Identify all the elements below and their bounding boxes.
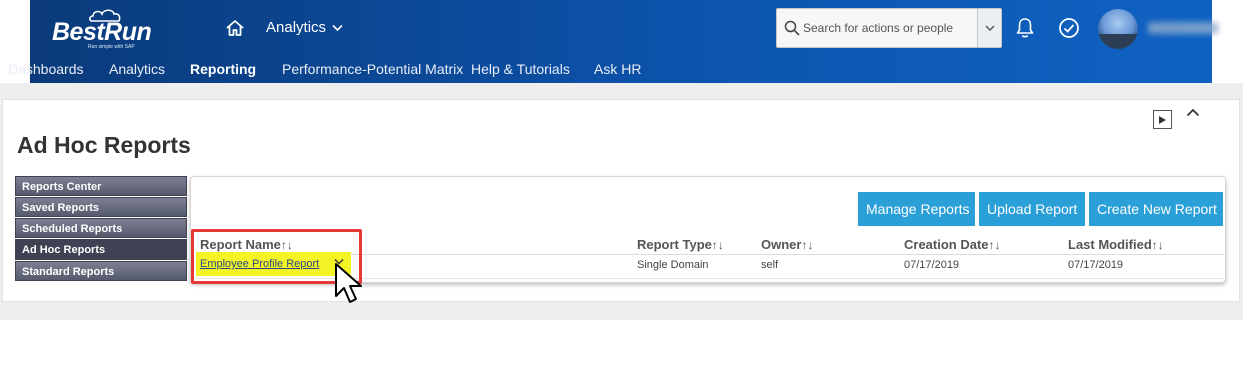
sidebar-item-ad-hoc-reports[interactable]: Ad Hoc Reports	[15, 239, 187, 260]
bell-icon[interactable]	[1015, 17, 1035, 39]
nav-item-analytics[interactable]: Analytics	[109, 61, 165, 77]
search-scope-dropdown[interactable]	[977, 9, 1001, 47]
column-label: Last Modified	[1068, 237, 1152, 252]
owner-cell: self	[761, 259, 779, 271]
avatar[interactable]	[1098, 9, 1138, 49]
play-tutorial-button[interactable]	[1153, 110, 1172, 129]
column-header-report-type[interactable]: Report Type↑↓	[637, 237, 724, 252]
reports-sidebar: Reports Center Saved Reports Scheduled R…	[15, 176, 187, 282]
column-label: Report Type	[637, 237, 712, 252]
logo-tagline: Run simple with SAP	[88, 44, 135, 50]
nav-item-performance-potential[interactable]: Performance-Potential Matrix	[282, 61, 463, 77]
sidebar-item-standard-reports[interactable]: Standard Reports	[15, 261, 187, 281]
nav-item-ask-hr[interactable]: Ask HR	[594, 61, 641, 77]
module-selector[interactable]: Analytics	[266, 19, 343, 36]
page-title: Ad Hoc Reports	[17, 132, 191, 158]
last-modified-cell: 07/17/2019	[1068, 259, 1124, 271]
column-label: Creation Date	[904, 237, 989, 252]
column-header-owner[interactable]: Owner↑↓	[761, 237, 813, 252]
play-icon	[1159, 115, 1166, 124]
column-label: Owner	[761, 237, 802, 252]
sort-icon[interactable]: ↑↓	[712, 238, 724, 252]
sort-icon[interactable]: ↑↓	[1152, 238, 1164, 252]
create-new-report-button[interactable]: Create New Report	[1089, 192, 1223, 226]
nav-item-dashboards[interactable]: Dashboards	[8, 61, 84, 77]
column-header-creation-date[interactable]: Creation Date↑↓	[904, 237, 1001, 252]
upload-report-button[interactable]: Upload Report	[979, 192, 1085, 226]
collapse-button[interactable]	[1186, 104, 1200, 122]
module-label: Analytics	[266, 19, 327, 36]
sidebar-item-saved-reports[interactable]: Saved Reports	[15, 197, 187, 217]
home-icon[interactable]	[225, 18, 245, 38]
sort-icon[interactable]: ↑↓	[989, 238, 1001, 252]
chevron-down-icon	[332, 24, 343, 31]
mouse-cursor-icon	[335, 263, 362, 303]
sidebar-item-reports-center[interactable]: Reports Center	[15, 176, 187, 196]
sidebar-item-scheduled-reports[interactable]: Scheduled Reports	[15, 218, 187, 238]
nav-item-help[interactable]: Help & Tutorials	[471, 61, 570, 77]
search-box[interactable]	[776, 8, 1002, 48]
user-name-blurred[interactable]	[1148, 22, 1218, 34]
creation-date-cell: 07/17/2019	[904, 259, 960, 271]
chevron-down-icon	[985, 25, 994, 31]
bestrun-logo[interactable]: BestRun Run simple with SAP	[52, 8, 162, 50]
nav-item-reporting[interactable]: Reporting	[190, 61, 256, 77]
chevron-up-icon	[1186, 108, 1200, 117]
manage-reports-button[interactable]: Manage Reports	[858, 192, 975, 226]
report-type-cell: Single Domain	[637, 259, 709, 271]
search-input[interactable]	[803, 9, 973, 47]
check-circle-icon[interactable]	[1058, 17, 1080, 39]
top-navigation: Dashboards Analytics Reporting Performan…	[0, 58, 900, 82]
sort-icon[interactable]: ↑↓	[801, 238, 813, 252]
column-header-last-modified[interactable]: Last Modified↑↓	[1068, 237, 1164, 252]
logo-text: BestRun	[52, 18, 152, 46]
search-icon	[784, 20, 800, 36]
